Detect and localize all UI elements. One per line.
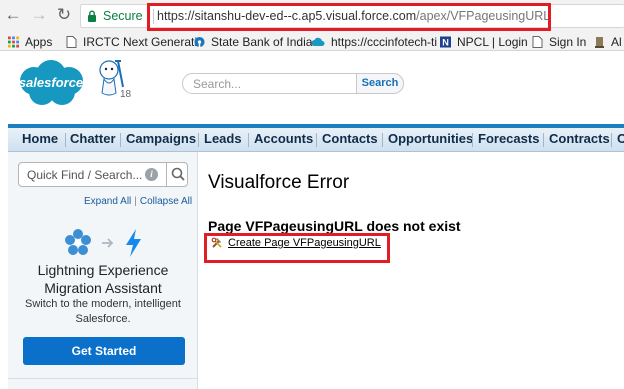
tab-leads[interactable]: Leads [204, 128, 242, 152]
get-started-button[interactable]: Get Started [23, 337, 185, 365]
bookmark-apps[interactable]: Apps [8, 34, 52, 49]
tab-campaigns[interactable]: Campaigns [126, 128, 196, 152]
tab-divider [611, 133, 612, 147]
lightning-subtitle-line1: Switch to the modern, intelligent [25, 298, 181, 310]
bookmarks-bar: Apps IRCTC Next Generatic State Bank of … [0, 32, 624, 51]
bookmark-label: Al [611, 34, 622, 49]
lightning-subtitle: Switch to the modern, intelligent Salesf… [18, 297, 188, 327]
lightning-title: Lightning Experience Migration Assistant [8, 261, 198, 297]
tab-contracts[interactable]: Contracts [549, 128, 610, 152]
bookmark-label: https://cccinfotech-ti [331, 34, 438, 49]
tab-accounts[interactable]: Accounts [254, 128, 313, 152]
bookmark-emblem[interactable]: Al [594, 34, 622, 49]
link-divider: | [134, 196, 137, 207]
tab-divider [198, 133, 199, 147]
quick-find-box: i [18, 162, 188, 187]
apps-grid-icon [8, 36, 19, 47]
lock-icon [88, 10, 96, 22]
browser-toolbar: ← → ↻ Secure https://sitanshu-dev-ed--c.… [0, 0, 624, 32]
search-icon [171, 167, 185, 181]
bookmark-cccinfotech[interactable]: https://cccinfotech-ti [311, 34, 437, 49]
npcl-icon: N [440, 36, 451, 47]
tab-divider [65, 133, 66, 147]
quick-find-input[interactable] [19, 163, 157, 186]
expand-collapse-links: Expand All | Collapse All [84, 196, 192, 207]
cloud-icon [311, 37, 325, 46]
bookmark-label: IRCTC Next Generatic [83, 34, 204, 49]
salesforce-header: salesforce 18 Search [0, 51, 624, 124]
release-badge: 18 [120, 89, 132, 100]
lightning-migration-graphic [65, 229, 141, 257]
salesforce-logo[interactable]: salesforce [16, 59, 86, 107]
bookmark-label: NPCL | Login [457, 34, 528, 49]
tab-divider [248, 133, 249, 147]
expand-all-link[interactable]: Expand All [84, 196, 131, 207]
back-arrow-icon[interactable]: ← [4, 6, 22, 24]
svg-text:N: N [442, 37, 449, 47]
secure-label: Secure [103, 9, 143, 23]
tab-divider [543, 133, 544, 147]
logo-text: salesforce [18, 75, 84, 90]
quick-find-search-button[interactable] [166, 163, 188, 186]
url-highlight-box [147, 3, 551, 31]
bookmark-npcl[interactable]: N NPCL | Login [440, 34, 528, 49]
page-icon [532, 35, 543, 48]
bookmark-sign-in[interactable]: Sign In [532, 34, 586, 49]
lightning-subtitle-line2: Salesforce. [75, 313, 131, 325]
bookmark-label: Sign In [549, 34, 587, 49]
tab-overflow[interactable]: C [617, 128, 624, 152]
collapse-all-link[interactable]: Collapse All [140, 196, 192, 207]
tab-forecasts[interactable]: Forecasts [478, 128, 539, 152]
tab-divider [382, 133, 383, 147]
page-icon [66, 35, 77, 48]
tab-home[interactable]: Home [22, 128, 58, 152]
tab-contacts[interactable]: Contacts [322, 128, 378, 152]
tab-bar: Home Chatter Campaigns Leads Accounts Co… [8, 124, 624, 152]
sbi-icon [194, 36, 205, 47]
search-button[interactable]: Search [356, 73, 404, 94]
lightning-title-line2: Migration Assistant [44, 280, 162, 296]
tab-opportunities[interactable]: Opportunities [388, 128, 473, 152]
tab-divider [316, 133, 317, 147]
bookmark-label: Apps [25, 34, 53, 49]
sidebar-section-divider [8, 378, 198, 389]
tab-divider [120, 133, 121, 147]
info-icon[interactable]: i [145, 168, 158, 181]
lightning-title-line1: Lightning Experience [37, 262, 169, 278]
bookmark-label: State Bank of India [211, 34, 313, 49]
page-title: Visualforce Error [208, 172, 350, 193]
arrow-right-icon [102, 238, 114, 248]
lightning-bolt-icon [126, 229, 141, 257]
bookmark-irctc[interactable]: IRCTC Next Generatic [66, 34, 203, 49]
emblem-icon [595, 36, 604, 48]
flower-icon [65, 229, 91, 255]
forward-arrow-icon[interactable]: → [30, 6, 48, 24]
tab-divider [472, 133, 473, 147]
reload-icon[interactable]: ↻ [55, 6, 73, 24]
link-highlight-box [204, 233, 390, 263]
tab-chatter[interactable]: Chatter [70, 128, 116, 152]
bookmark-sbi[interactable]: State Bank of India [194, 34, 312, 49]
error-heading: Page VFPageusingURL does not exist [208, 218, 461, 234]
sidebar: i Expand All|Collapse All Lightning Expe… [8, 152, 198, 389]
